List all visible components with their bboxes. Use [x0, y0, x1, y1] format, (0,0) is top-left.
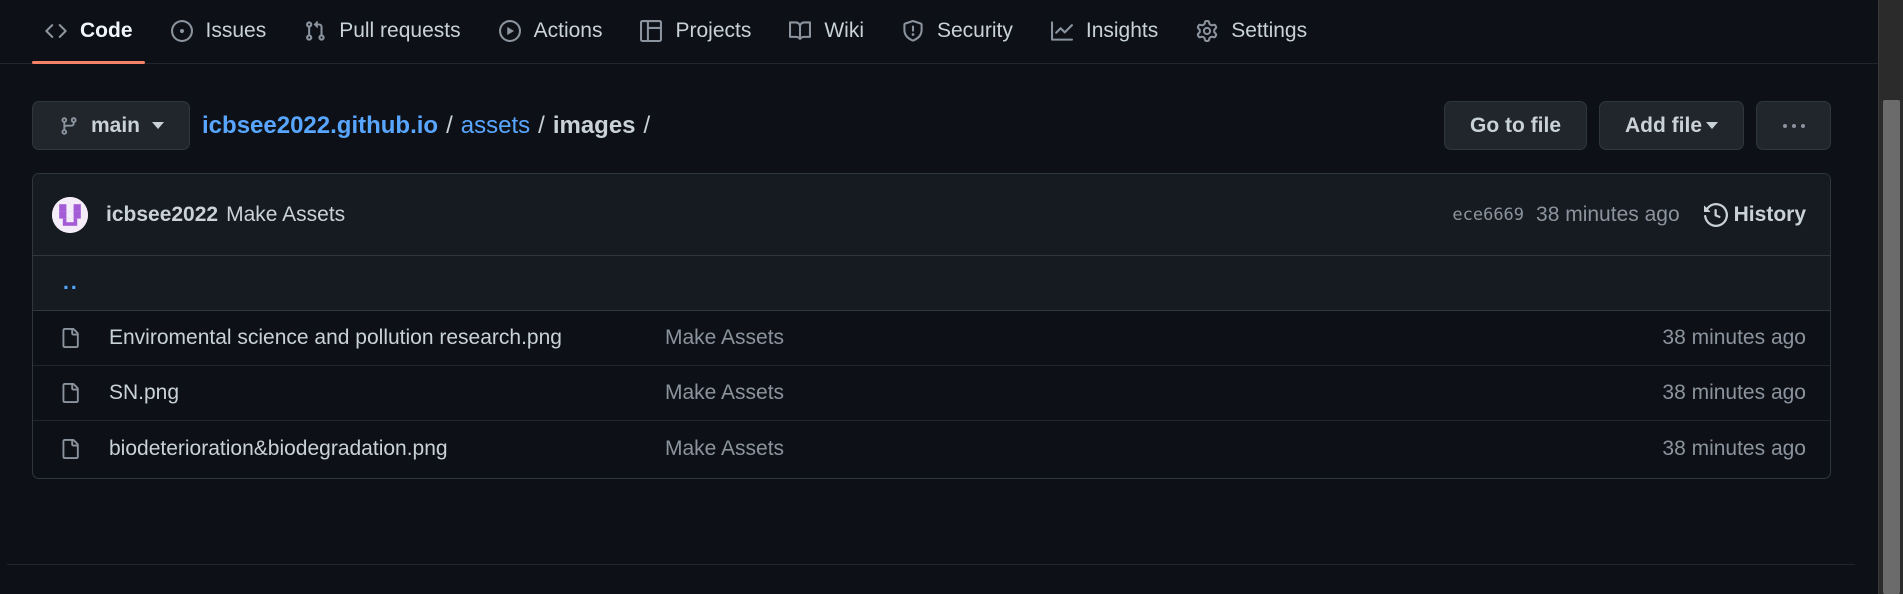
file-row: Enviromental science and pollution resea…: [33, 311, 1830, 366]
tab-projects[interactable]: Projects: [627, 0, 763, 63]
history-icon: [1703, 202, 1728, 227]
tab-label: Projects: [675, 19, 752, 42]
graph-icon: [1050, 19, 1074, 43]
tab-label: Pull requests: [339, 19, 461, 42]
file-commit-time: 38 minutes ago: [1662, 326, 1806, 349]
history-label: History: [1733, 202, 1806, 226]
more-options-button[interactable]: [1756, 101, 1831, 150]
tab-label: Issues: [205, 19, 267, 42]
breadcrumb-separator: /: [446, 111, 453, 139]
file-commit-time: 38 minutes ago: [1662, 436, 1806, 460]
caret-down-icon: [152, 122, 165, 129]
tab-wiki[interactable]: Wiki: [776, 0, 876, 63]
breadcrumb-current: images: [552, 111, 636, 139]
tab-insights[interactable]: Insights: [1038, 0, 1170, 63]
parent-directory-row[interactable]: ..: [33, 256, 1830, 311]
scrollbar-thumb[interactable]: [1883, 100, 1900, 594]
add-file-button[interactable]: Add file: [1599, 101, 1744, 150]
tab-label: Insights: [1085, 19, 1159, 42]
table-icon: [639, 19, 663, 43]
breadcrumb: icbsee2022.github.io / assets / images /: [202, 112, 658, 140]
tab-actions[interactable]: Actions: [486, 0, 615, 63]
file-icon: [60, 327, 84, 349]
file-list-box: icbsee2022 Make Assets ece6669 38 minute…: [32, 173, 1831, 479]
tab-label: Code: [80, 19, 133, 42]
tab-security[interactable]: Security: [889, 0, 1025, 63]
tab-pull-requests[interactable]: Pull requests: [291, 0, 472, 63]
tab-settings[interactable]: Settings: [1183, 0, 1319, 63]
tab-label: Wiki: [824, 19, 864, 42]
breadcrumb-separator: /: [538, 111, 545, 139]
go-to-file-button[interactable]: Go to file: [1444, 101, 1587, 150]
breadcrumb-repo-link[interactable]: icbsee2022.github.io: [202, 112, 438, 140]
file-icon: [60, 438, 84, 460]
add-file-label: Add file: [1625, 113, 1702, 137]
vertical-scrollbar[interactable]: [1878, 0, 1903, 594]
branch-name: main: [91, 113, 141, 137]
avatar[interactable]: [52, 196, 88, 233]
commit-author-link[interactable]: icbsee2022: [106, 203, 218, 227]
file-toolbar: main icbsee2022.github.io / assets / ima…: [32, 101, 1831, 150]
file-name-link[interactable]: Enviromental science and pollution resea…: [109, 326, 665, 350]
book-icon: [788, 19, 812, 43]
tab-label: Actions: [533, 19, 603, 42]
git-branch-icon: [59, 116, 79, 136]
file-icon: [60, 382, 84, 404]
tab-label: Security: [937, 19, 1013, 42]
caret-down-icon: [1706, 122, 1718, 129]
breadcrumb-folder-link[interactable]: assets: [461, 112, 530, 140]
repo-nav: Code Issues Pull requests Actions Projec…: [0, 0, 1878, 64]
tab-code[interactable]: Code: [32, 0, 145, 64]
divider: [7, 564, 1855, 565]
latest-commit-row: icbsee2022 Make Assets ece6669 38 minute…: [33, 174, 1830, 256]
pull-request-icon: [303, 19, 327, 43]
file-commit-time: 38 minutes ago: [1662, 381, 1806, 404]
file-row: SN.png Make Assets 38 minutes ago: [33, 366, 1830, 421]
file-commit-message-link[interactable]: Make Assets: [665, 437, 784, 461]
history-link[interactable]: History: [1703, 202, 1806, 227]
issue-icon: [170, 19, 194, 43]
parent-directory-link[interactable]: ..: [63, 271, 79, 295]
file-commit-message-link[interactable]: Make Assets: [665, 326, 784, 350]
commit-meta: ece6669 38 minutes ago History: [1452, 203, 1806, 227]
file-name-link[interactable]: biodeterioration&biodegradation.png: [109, 437, 665, 461]
commit-time: 38 minutes ago: [1536, 202, 1680, 226]
breadcrumb-separator: /: [643, 111, 651, 139]
file-name-link[interactable]: SN.png: [109, 381, 665, 405]
toolbar-actions: Go to file Add file: [1432, 101, 1831, 150]
gear-icon: [1195, 19, 1219, 43]
commit-message-link[interactable]: Make Assets: [226, 203, 345, 227]
commit-sha-link[interactable]: ece6669: [1452, 205, 1524, 225]
kebab-horizontal-icon: [1782, 123, 1805, 128]
tab-issues[interactable]: Issues: [158, 0, 279, 63]
code-icon: [44, 19, 68, 43]
file-row: biodeterioration&biodegradation.png Make…: [33, 421, 1830, 476]
file-commit-message-link[interactable]: Make Assets: [665, 381, 784, 405]
shield-icon: [901, 19, 925, 43]
play-icon: [498, 19, 522, 43]
branch-selector-button[interactable]: main: [32, 101, 191, 150]
tab-label: Settings: [1231, 19, 1308, 42]
